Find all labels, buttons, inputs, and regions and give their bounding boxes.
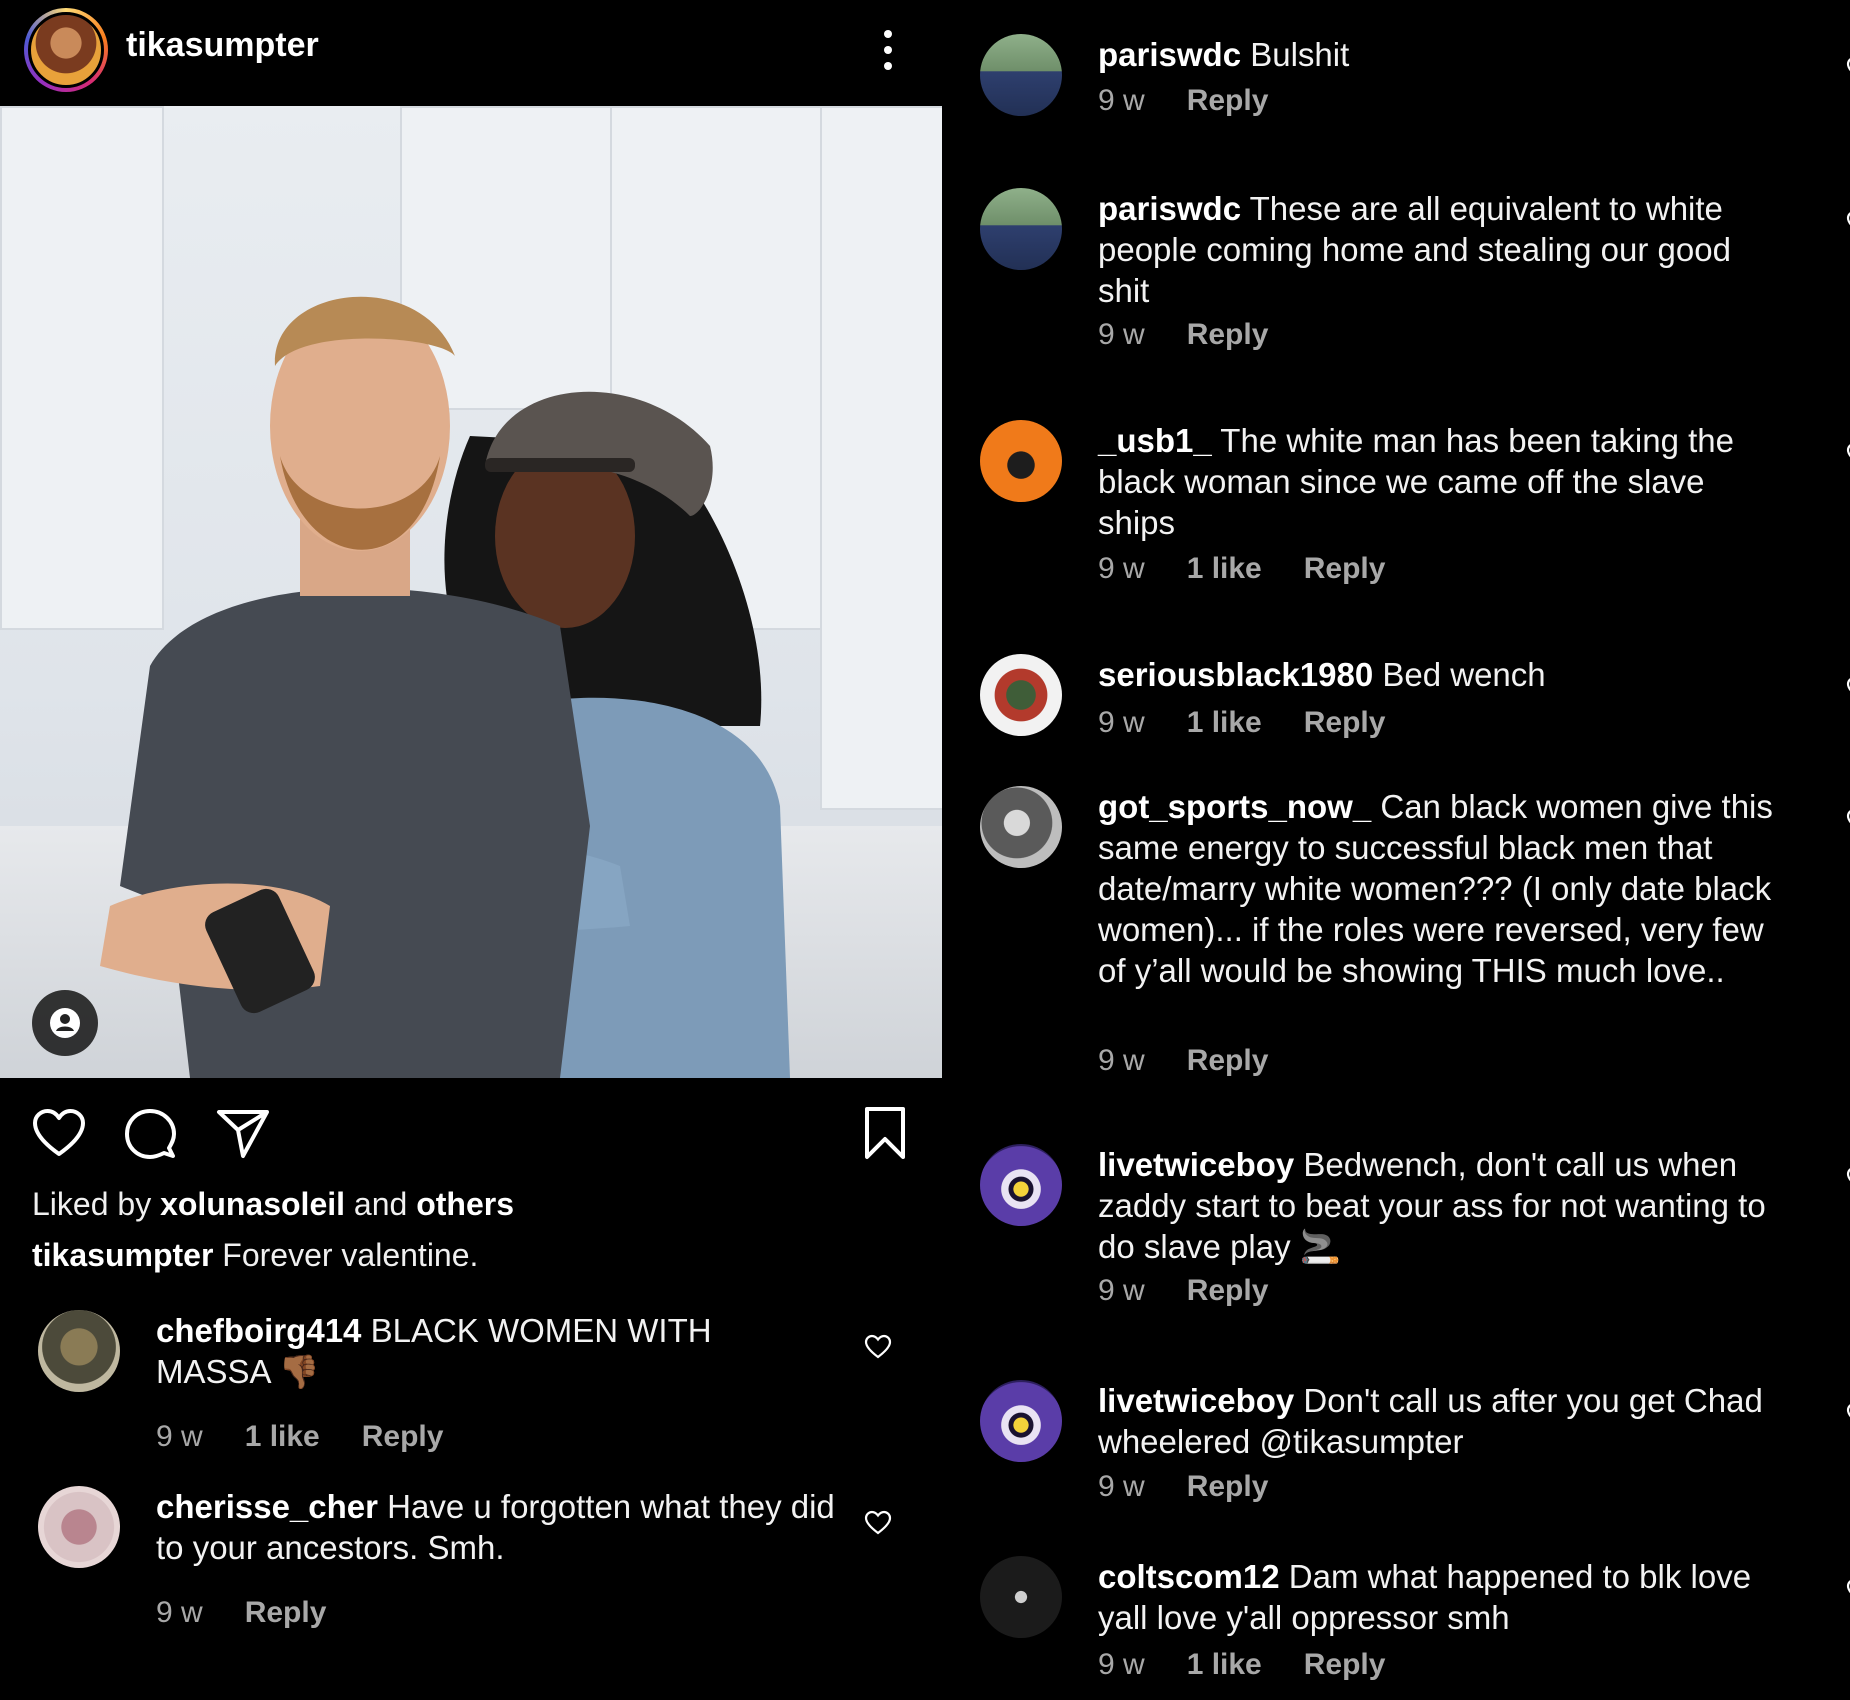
heart-icon[interactable] (32, 1108, 86, 1158)
caption-text: Forever valentine. (213, 1237, 479, 1273)
commenter-avatar[interactable] (980, 1144, 1062, 1226)
commenter-username[interactable]: chefboirg414 (156, 1312, 361, 1349)
reply-button[interactable]: Reply (362, 1420, 444, 1454)
likes-summary[interactable]: Liked by xolunasoleil and others (32, 1186, 514, 1223)
commenter-avatar[interactable] (980, 786, 1062, 868)
commenter-avatar[interactable] (980, 654, 1062, 736)
comment-item: coltscom12 Dam what happened to blk love… (980, 1556, 1850, 1696)
likes-middle: and (345, 1186, 417, 1222)
heart-icon[interactable] (1846, 676, 1850, 702)
commenter-avatar[interactable] (980, 420, 1062, 502)
post-header: tikasumpter (0, 0, 940, 106)
commenter-avatar[interactable] (38, 1486, 120, 1568)
reply-button[interactable]: Reply (1304, 552, 1386, 586)
likes-prefix: Liked by (32, 1186, 161, 1222)
comment-item: got_sports_now_ Can black women give thi… (980, 786, 1850, 1086)
comment-likes[interactable]: 1 like (1187, 706, 1262, 740)
comment-time: 9 w (1098, 1274, 1145, 1307)
heart-icon[interactable] (1846, 1578, 1850, 1604)
comment-item: _usb1_ The white man has been taking the… (980, 420, 1850, 600)
comment-time: 9 w (1098, 552, 1145, 585)
more-vertical-icon[interactable] (876, 26, 900, 74)
comment-time: 9 w (1098, 1044, 1145, 1077)
commenter-username[interactable]: seriousblack1980 (1098, 656, 1373, 693)
commenter-username[interactable]: coltscom12 (1098, 1558, 1280, 1595)
heart-icon[interactable] (1846, 442, 1850, 468)
reply-button[interactable]: Reply (1304, 706, 1386, 740)
commenter-username[interactable]: pariswdc (1098, 36, 1241, 73)
commenter-username[interactable]: pariswdc (1098, 190, 1241, 227)
commenter-avatar[interactable] (980, 1380, 1062, 1462)
reply-button[interactable]: Reply (1187, 1470, 1269, 1504)
comment-time: 9 w (1098, 1648, 1145, 1681)
comment-likes[interactable]: 1 like (1187, 1648, 1262, 1682)
heart-icon[interactable] (1846, 1166, 1850, 1192)
reply-button[interactable]: Reply (1304, 1648, 1386, 1682)
comment-time: 9 w (1098, 1470, 1145, 1503)
comment-item: pariswdc Bulshit 9 w Reply (980, 34, 1850, 134)
comments-panel: pariswdc Bulshit 9 w Reply pariswdc These… (942, 0, 1850, 1700)
user-tag-icon[interactable] (32, 990, 98, 1056)
comment-item: livetwiceboy Bedwench, don't call us whe… (980, 1144, 1850, 1324)
comment-icon[interactable] (124, 1108, 176, 1160)
heart-icon[interactable] (1846, 210, 1850, 236)
comment-likes[interactable]: 1 like (245, 1420, 320, 1454)
reply-button[interactable]: Reply (1187, 1044, 1269, 1078)
reply-button[interactable]: Reply (1187, 318, 1269, 352)
commenter-avatar[interactable] (38, 1310, 120, 1392)
post-photo[interactable] (0, 106, 942, 1078)
commenter-username[interactable]: cherisse_cher (156, 1488, 378, 1525)
likes-others[interactable]: others (416, 1186, 514, 1222)
comment-item: chefboirg414 BLACK WOMEN WITH MASSA 👎🏾 9… (38, 1310, 918, 1453)
comment-text: Bed wench (1373, 656, 1546, 693)
comment-item: cherisse_cher Have u forgotten what they… (38, 1486, 918, 1629)
reply-button[interactable]: Reply (245, 1596, 327, 1630)
post-caption: tikasumpter Forever valentine. (32, 1237, 478, 1274)
comment-likes[interactable]: 1 like (1187, 552, 1262, 586)
comment-time: 9 w (1098, 84, 1145, 117)
heart-icon[interactable] (1846, 56, 1850, 82)
post-action-bar (0, 1096, 940, 1170)
commenter-username[interactable]: got_sports_now_ (1098, 788, 1371, 825)
comment-time: 9 w (156, 1596, 203, 1629)
commenter-avatar[interactable] (980, 1556, 1062, 1638)
post-panel: tikasumpter Liked by xolunasoleil and ot… (0, 0, 942, 1700)
comment-text: Bulshit (1241, 36, 1350, 73)
comment-item: pariswdc These are all equivalent to whi… (980, 188, 1850, 368)
heart-icon[interactable] (1846, 1402, 1850, 1428)
heart-icon[interactable] (1846, 808, 1850, 834)
comment-time: 9 w (1098, 318, 1145, 351)
comment-item: livetwiceboy Don't call us after you get… (980, 1380, 1850, 1520)
caption-username[interactable]: tikasumpter (32, 1237, 213, 1273)
liked-by-user[interactable]: xolunasoleil (160, 1186, 345, 1222)
commenter-avatar[interactable] (980, 34, 1062, 116)
heart-icon[interactable] (864, 1510, 892, 1536)
author-username[interactable]: tikasumpter (126, 26, 319, 65)
author-avatar[interactable] (24, 8, 108, 92)
reply-button[interactable]: Reply (1187, 1274, 1269, 1308)
commenter-username[interactable]: livetwiceboy (1098, 1146, 1294, 1183)
heart-icon[interactable] (864, 1334, 892, 1360)
bookmark-icon[interactable] (864, 1106, 906, 1160)
commenter-username[interactable]: livetwiceboy (1098, 1382, 1294, 1419)
commenter-avatar[interactable] (980, 188, 1062, 270)
commenter-username[interactable]: _usb1_ (1098, 422, 1212, 459)
comment-time: 9 w (156, 1420, 203, 1453)
comment-item: seriousblack1980 Bed wench 9 w 1 like Repl… (980, 654, 1850, 754)
send-icon[interactable] (216, 1108, 270, 1160)
comment-time: 9 w (1098, 706, 1145, 739)
reply-button[interactable]: Reply (1187, 84, 1269, 118)
